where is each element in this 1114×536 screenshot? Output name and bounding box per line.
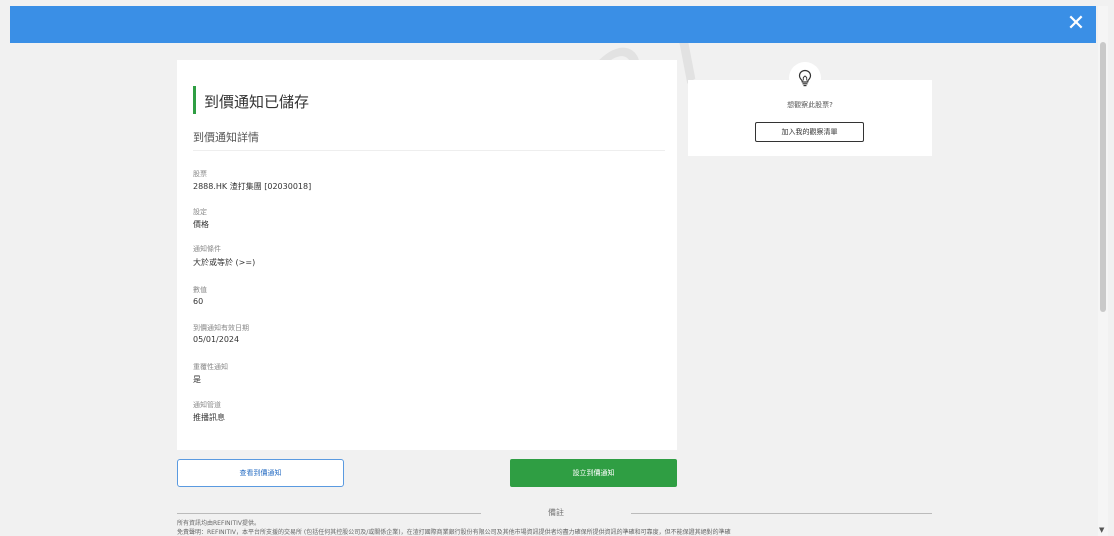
create-alert-button[interactable]: 設立到價通知 — [510, 459, 677, 487]
field-label-value: 數值 — [193, 286, 207, 294]
page-title: 到價通知已儲存 — [204, 93, 310, 111]
watchlist-question: 想觀察此股票? — [787, 101, 833, 109]
view-alerts-button[interactable]: 查看到價通知 — [177, 459, 344, 487]
field-label-setting: 設定 — [193, 208, 207, 216]
top-bar: ✕ — [10, 6, 1096, 43]
main-content: 2012937 到價通知已儲存 到價通知詳情 股票 2888.HK 渣打集團 [… — [10, 43, 1096, 536]
field-value-recurring: 是 — [193, 375, 201, 384]
scroll-down-icon[interactable]: ▼ — [1099, 526, 1104, 534]
section-subtitle: 到價通知詳情 — [193, 131, 259, 144]
divider — [193, 150, 665, 151]
field-value-condition: 大於或等於 (>=) — [193, 258, 256, 267]
field-label-condition: 通知條件 — [193, 245, 221, 253]
remarks-divider-left — [177, 513, 481, 514]
add-to-watchlist-button[interactable]: 加入我的觀察清單 — [755, 122, 864, 142]
lightbulb-icon — [789, 62, 821, 94]
field-value-channel: 推播訊息 — [193, 413, 225, 422]
field-label-recurring: 重覆性通知 — [193, 363, 228, 371]
field-value-expiry: 05/01/2024 — [193, 335, 240, 344]
app-frame: ✕ ▼ 2012937 到價通知已儲存 到價通知詳情 股票 2888.HK 渣打… — [0, 0, 1114, 536]
data-source-note: 所有資訊均由REFINITIV提供。 — [177, 520, 260, 527]
watchlist-card: 想觀察此股票? 加入我的觀察清單 — [688, 62, 932, 156]
field-label-expiry: 到價通知有效日期 — [193, 324, 249, 332]
close-button[interactable]: ✕ — [1064, 12, 1088, 36]
scrollbar-thumb[interactable] — [1100, 42, 1106, 312]
remarks-divider-right — [631, 513, 932, 514]
scrollbar[interactable]: ▼ — [1098, 6, 1108, 536]
disclaimer-text: 免責聲明：REFINITIV，本平台所支援的交易所 (包括任何其控股公司及/或關… — [177, 529, 731, 536]
title-accent-bar — [193, 86, 196, 114]
field-label-channel: 通知管道 — [193, 401, 221, 409]
field-value-stock: 2888.HK 渣打集團 [02030018] — [193, 182, 312, 191]
remarks-title: 備註 — [548, 508, 564, 517]
field-label-stock: 股票 — [193, 170, 207, 178]
field-value-setting: 價格 — [193, 220, 209, 229]
alert-details-card: 到價通知已儲存 到價通知詳情 股票 2888.HK 渣打集團 [02030018… — [177, 60, 677, 450]
field-value-value: 60 — [193, 297, 204, 306]
